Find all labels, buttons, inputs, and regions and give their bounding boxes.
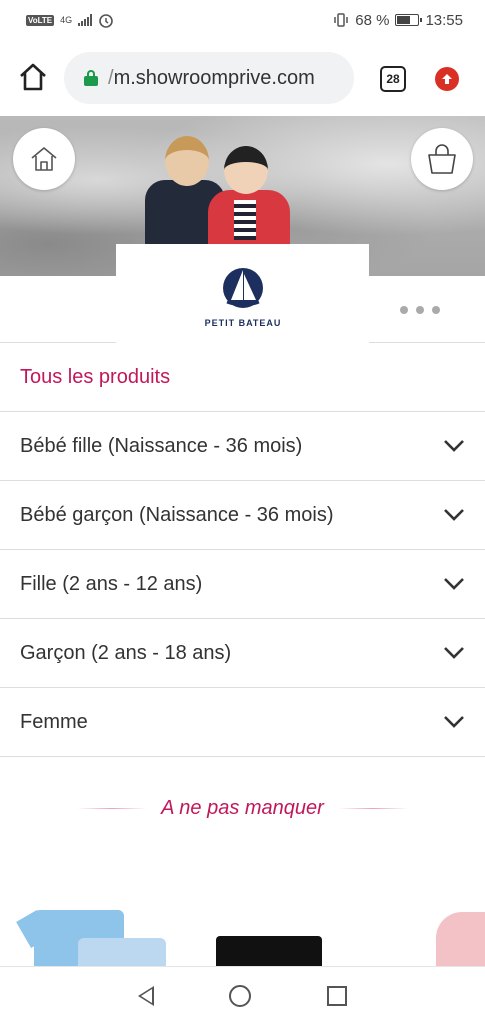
chevron-down-icon <box>444 647 464 659</box>
alarm-icon <box>99 14 113 28</box>
battery-percent: 68 % <box>355 11 390 29</box>
product-image-light-blue-bodysuit[interactable] <box>78 938 166 968</box>
update-arrow-icon[interactable] <box>435 67 459 91</box>
product-image-pink-item[interactable] <box>436 912 485 968</box>
category-label: Bébé fille (Naissance - 36 mois) <box>20 434 303 457</box>
category-label: Fille (2 ans - 12 ans) <box>20 572 203 595</box>
category-femme[interactable]: Femme <box>0 688 485 757</box>
clock: 13:55 <box>425 11 463 29</box>
lock-icon <box>84 70 98 86</box>
petit-bateau-logo-icon: PETIT BATEAU <box>204 267 281 328</box>
network-type: 4G <box>60 15 73 25</box>
tab-switcher-button[interactable]: 28 <box>380 66 406 92</box>
chevron-down-icon <box>444 578 464 590</box>
volte-indicator: VoLTE <box>26 14 55 26</box>
chevron-down-icon <box>444 716 464 728</box>
category-fille[interactable]: Fille (2 ans - 12 ans) <box>0 550 485 619</box>
category-label: Tous les produits <box>20 365 171 388</box>
promo-title: A ne pas manquer <box>161 796 324 819</box>
chevron-down-icon <box>444 509 464 521</box>
signal-icon <box>78 14 93 26</box>
divider <box>337 807 408 809</box>
category-label: Femme <box>20 710 88 733</box>
recent-apps-icon[interactable] <box>327 985 348 1006</box>
home-outline-icon[interactable] <box>13 128 75 190</box>
system-nav-bar <box>0 966 485 1024</box>
category-bebe-fille[interactable]: Bébé fille (Naissance - 36 mois) <box>0 412 485 481</box>
category-garcon[interactable]: Garçon (2 ans - 18 ans) <box>0 619 485 688</box>
home-icon[interactable] <box>16 60 50 94</box>
category-all-products[interactable]: Tous les produits <box>0 343 485 412</box>
status-left: VoLTE 4G <box>26 12 114 28</box>
address-bar[interactable]: /m.showroomprive.com <box>64 52 354 104</box>
category-label: Bébé garçon (Naissance - 36 mois) <box>20 503 334 526</box>
more-dots-icon[interactable] <box>400 306 440 314</box>
vibrate-icon <box>334 13 348 27</box>
status-right: 68 % 13:55 <box>333 12 463 29</box>
home-circle-icon[interactable] <box>229 984 252 1007</box>
category-label: Garçon (2 ans - 18 ans) <box>20 641 232 664</box>
shopping-bag-icon[interactable] <box>411 128 473 190</box>
product-image-black-bottoms[interactable] <box>216 936 322 968</box>
category-list: Tous les produits Bébé fille (Naissance … <box>0 343 485 757</box>
brand-logo: PETIT BATEAU <box>116 244 369 343</box>
back-icon[interactable] <box>137 985 154 1006</box>
status-bar: VoLTE 4G 68 % 13:55 <box>0 0 485 40</box>
divider <box>77 807 148 809</box>
category-bebe-garcon[interactable]: Bébé garçon (Naissance - 36 mois) <box>0 481 485 550</box>
logo-text: PETIT BATEAU <box>204 318 281 328</box>
url-text[interactable]: /m.showroomprive.com <box>108 67 315 90</box>
battery-icon <box>395 14 423 26</box>
promo-heading: A ne pas manquer <box>0 794 485 822</box>
browser-toolbar: /m.showroomprive.com 28 <box>0 40 485 116</box>
chevron-down-icon <box>444 440 464 452</box>
